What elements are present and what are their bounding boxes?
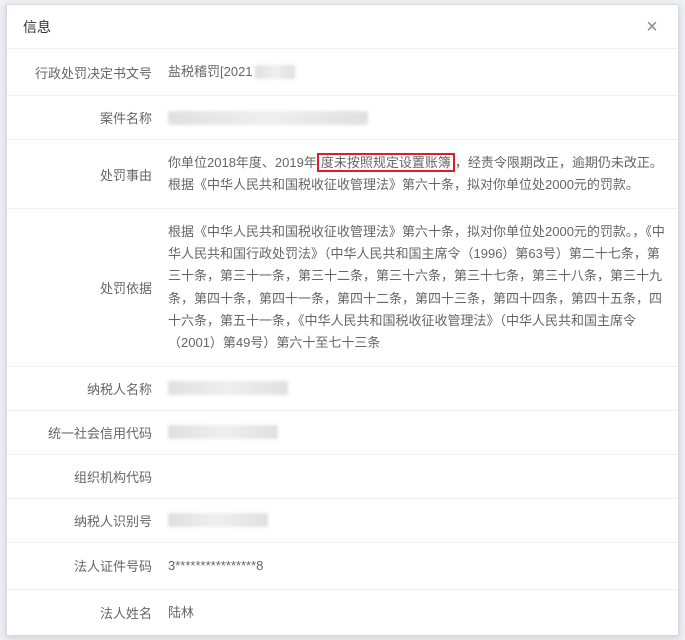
value-legal-name: 陆林: [162, 590, 678, 635]
value-basis: 根据《中华人民共和国税收征收管理法》第六十条，拟对你单位处2000元的罚款。，《…: [162, 209, 678, 366]
label-tax-id: 纳税人识别号: [7, 499, 162, 542]
redacted: [168, 381, 288, 395]
row-doc-number: 行政处罚决定书文号 盐税稽罚[2021: [7, 49, 678, 96]
value-usci: [162, 411, 678, 454]
redacted: [168, 513, 268, 527]
value-case-name: [162, 96, 678, 139]
value-legal-id: 3****************8: [162, 543, 678, 589]
row-usci: 统一社会信用代码: [7, 411, 678, 455]
modal-title: 信息: [23, 17, 642, 37]
value-taxpayer-name: [162, 367, 678, 410]
row-legal-id: 法人证件号码 3****************8: [7, 543, 678, 590]
row-basis: 处罚依据 根据《中华人民共和国税收征收管理法》第六十条，拟对你单位处2000元的…: [7, 209, 678, 367]
label-legal-name: 法人姓名: [7, 590, 162, 635]
info-modal: 信息 × 行政处罚决定书文号 盐税稽罚[2021 案件名称 处罚事由 你单位20…: [6, 4, 679, 636]
row-reason: 处罚事由 你单位2018年度、2019年度未按照规定设置账簿，经责令限期改正，逾…: [7, 140, 678, 209]
modal-header: 信息 ×: [7, 5, 678, 49]
label-taxpayer-name: 纳税人名称: [7, 367, 162, 410]
row-org-code: 组织机构代码: [7, 455, 678, 499]
label-reason: 处罚事由: [7, 140, 162, 208]
redacted: [168, 425, 278, 439]
row-case-name: 案件名称: [7, 96, 678, 140]
label-case-name: 案件名称: [7, 96, 162, 139]
redacted: [168, 111, 368, 125]
label-org-code: 组织机构代码: [7, 455, 162, 498]
label-basis: 处罚依据: [7, 209, 162, 366]
reason-text-1: 你单位2018年度、2019年: [168, 155, 317, 170]
redacted: [255, 65, 295, 79]
text-doc-number: 盐税稽罚[2021: [168, 61, 253, 83]
modal-body[interactable]: 行政处罚决定书文号 盐税稽罚[2021 案件名称 处罚事由 你单位2018年度、…: [7, 49, 678, 635]
reason-highlight: 度未按照规定设置账簿: [317, 153, 455, 172]
row-taxpayer-name: 纳税人名称: [7, 367, 678, 411]
label-usci: 统一社会信用代码: [7, 411, 162, 454]
row-tax-id: 纳税人识别号: [7, 499, 678, 543]
close-icon[interactable]: ×: [642, 17, 662, 37]
value-reason: 你单位2018年度、2019年度未按照规定设置账簿，经责令限期改正，逾期仍未改正…: [162, 140, 678, 208]
value-org-code: [162, 455, 678, 498]
value-doc-number: 盐税稽罚[2021: [162, 49, 678, 95]
label-legal-id: 法人证件号码: [7, 543, 162, 589]
label-doc-number: 行政处罚决定书文号: [7, 49, 162, 95]
row-legal-name: 法人姓名 陆林: [7, 590, 678, 635]
value-tax-id: [162, 499, 678, 542]
